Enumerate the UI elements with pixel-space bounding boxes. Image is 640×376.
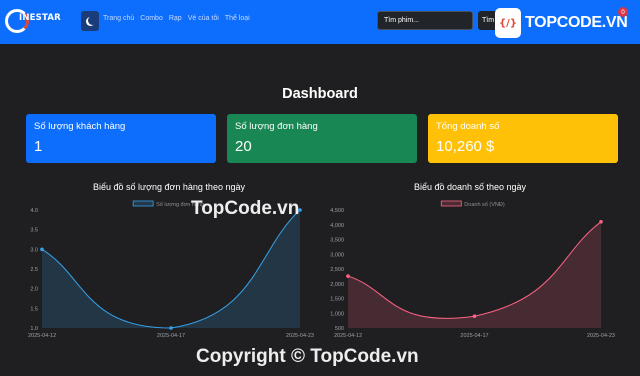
- notification-badge: 0: [618, 7, 628, 17]
- y-tick-label: 500: [335, 326, 344, 332]
- navbar: INESTAR Trang chủ Combo Rạp Vé của tôi T…: [0, 0, 640, 44]
- x-tick-label: 2025-04-12: [28, 333, 56, 339]
- y-tick-label: 4.0: [30, 208, 38, 214]
- y-tick-label: 2,000: [330, 282, 344, 288]
- card-value: 10,260 $: [436, 138, 495, 155]
- logo-text: INESTAR: [19, 13, 61, 23]
- nav-link-combo[interactable]: Combo: [140, 15, 163, 22]
- y-tick-label: 2.5: [30, 267, 38, 273]
- order-count-card: Số lượng đơn hàng 20: [227, 114, 417, 163]
- customer-count-card: Số lượng khách hàng 1: [26, 114, 216, 163]
- y-tick-label: 1.5: [30, 306, 38, 312]
- legend-swatch: [132, 200, 154, 207]
- card-value: 1: [34, 138, 43, 155]
- x-tick-label: 2025-04-17: [460, 333, 488, 339]
- y-tick-label: 2.0: [30, 287, 38, 293]
- data-point: [346, 274, 350, 278]
- card-value: 20: [235, 138, 252, 155]
- series-area: [348, 221, 601, 328]
- card-label: Số lượng khách hàng: [34, 121, 126, 132]
- revenue-per-day-chart: Biểu đồ doanh số theo ngày Doanh số (VNĐ…: [325, 178, 615, 346]
- search-input[interactable]: Tìm phim...: [377, 11, 473, 30]
- card-label: Số lượng đơn hàng: [235, 121, 318, 132]
- y-tick-label: 4,500: [330, 208, 344, 214]
- card-label: Tổng doanh số: [436, 121, 500, 132]
- y-tick-label: 3,000: [330, 252, 344, 258]
- topcode-brand-text: TOPCODE.VN: [525, 14, 628, 31]
- chart-legend: Doanh số (VNĐ): [440, 200, 505, 208]
- theme-toggle-button[interactable]: [81, 11, 99, 31]
- legend-label: Doanh số (VNĐ): [464, 202, 505, 208]
- x-tick-label: 2025-04-12: [334, 333, 362, 339]
- nav-link-cinema[interactable]: Rạp: [169, 15, 182, 22]
- y-tick-label: 1,000: [330, 311, 344, 317]
- series-area: [42, 210, 300, 328]
- revenue-chart-svg: Doanh số (VNĐ) 4,500 4,000 3,500 3,000 2,500 2…: [330, 200, 615, 339]
- topcode-brand-overlay: {/} TOPCODE.VN: [495, 5, 633, 41]
- nav-link-genres[interactable]: Thể loại: [225, 15, 250, 22]
- nav-links: Trang chủ Combo Rạp Vé của tôi Thể loại: [103, 15, 250, 22]
- y-tick-label: 3.5: [30, 228, 38, 234]
- x-tick-label: 2025-04-23: [587, 333, 615, 339]
- topcode-logo-icon: {/}: [495, 8, 521, 38]
- y-tick-label: 3.0: [30, 247, 38, 253]
- page-title: Dashboard: [282, 86, 358, 102]
- y-tick-label: 3,500: [330, 238, 344, 244]
- y-tick-label: 4,000: [330, 223, 344, 229]
- total-revenue-card: Tổng doanh số 10,260 $: [428, 114, 618, 163]
- x-tick-label: 2025-04-23: [286, 333, 314, 339]
- data-point: [599, 220, 603, 224]
- y-tick-label: 2,500: [330, 267, 344, 273]
- cinestar-logo[interactable]: INESTAR: [5, 7, 77, 35]
- data-point: [169, 326, 173, 330]
- y-tick-label: 1,500: [330, 297, 344, 303]
- nav-link-home[interactable]: Trang chủ: [103, 15, 134, 22]
- data-point: [40, 247, 44, 252]
- x-tick-label: 2025-04-17: [157, 333, 185, 339]
- legend-swatch: [440, 200, 462, 207]
- watermark-bottom: Copyright © TopCode.vn: [196, 346, 419, 367]
- moon-icon: [88, 16, 97, 25]
- y-tick-label: 1.0: [30, 326, 38, 332]
- data-point: [472, 314, 477, 318]
- watermark-middle: TopCode.vn: [191, 198, 300, 219]
- nav-link-my-tickets[interactable]: Vé của tôi: [188, 15, 219, 22]
